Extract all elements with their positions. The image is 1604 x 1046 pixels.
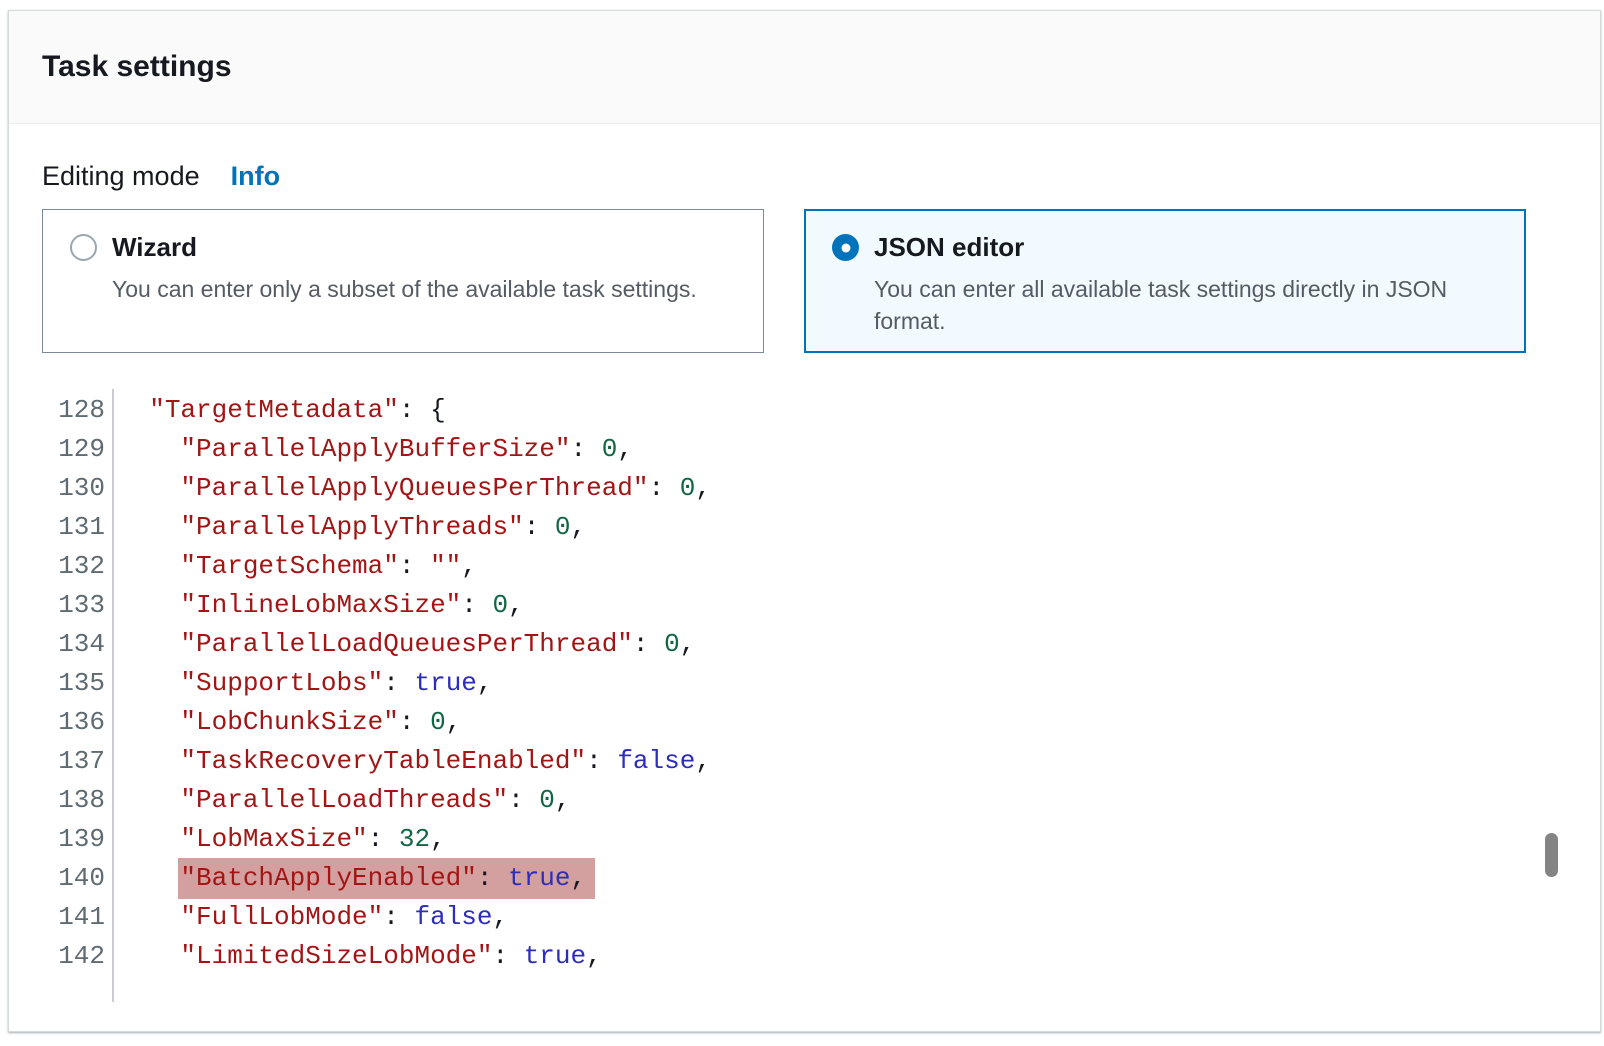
line-number: 142 [9,937,105,976]
line-number: 139 [9,820,105,859]
line-number: 131 [9,508,105,547]
code-line-137[interactable]: 137 "TaskRecoveryTableEnabled": false, [9,742,1600,781]
line-number: 140 [9,859,105,898]
code-text[interactable]: "TaskRecoveryTableEnabled": false, [105,742,711,781]
code-line-136[interactable]: 136 "LobChunkSize": 0, [9,703,1600,742]
code-text[interactable]: "ParallelApplyQueuesPerThread": 0, [105,469,711,508]
line-number: 138 [9,781,105,820]
editing-mode-row: Editing mode Info [42,161,1567,192]
code-line-129[interactable]: 129 "ParallelApplyBufferSize": 0, [9,430,1600,469]
code-line-134[interactable]: 134 "ParallelLoadQueuesPerThread": 0, [9,625,1600,664]
radio-unselected-icon[interactable] [70,234,97,261]
tile-json-editor-label: JSON editor [874,232,1024,263]
line-number: 137 [9,742,105,781]
code-line-141[interactable]: 141 "FullLobMode": false, [9,898,1600,937]
code-text[interactable]: "BatchApplyEnabled": true, [105,859,595,898]
code-text[interactable]: "ParallelLoadQueuesPerThread": 0, [105,625,695,664]
panel-header: Task settings [9,11,1600,124]
code-text[interactable]: "TargetSchema": "", [105,547,477,586]
line-number: 136 [9,703,105,742]
code-text[interactable]: "SupportLobs": true, [105,664,493,703]
code-line-131[interactable]: 131 "ParallelApplyThreads": 0, [9,508,1600,547]
code-line-128[interactable]: 128 "TargetMetadata": { [9,391,1600,430]
code-text[interactable]: "ParallelLoadThreads": 0, [105,781,571,820]
line-number: 128 [9,391,105,430]
code-line-142[interactable]: 142 "LimitedSizeLobMode": true, [9,937,1600,976]
tile-wizard[interactable]: Wizard You can enter only a subset of th… [42,209,764,353]
editing-mode-tiles: Wizard You can enter only a subset of th… [42,209,1567,353]
panel-content: Editing mode Info Wizard You can enter o… [9,161,1600,353]
vertical-scrollbar-thumb[interactable] [1545,833,1558,877]
highlighted-code-segment: "BatchApplyEnabled": true, [178,858,595,899]
task-settings-panel: Task settings Editing mode Info Wizard Y… [8,10,1601,1032]
code-text[interactable]: "ParallelApplyThreads": 0, [105,508,586,547]
code-line-132[interactable]: 132 "TargetSchema": "", [9,547,1600,586]
line-number: 135 [9,664,105,703]
editing-mode-label: Editing mode [42,161,200,192]
tile-wizard-description: You can enter only a subset of the avail… [112,273,736,305]
code-line-140[interactable]: 140 "BatchApplyEnabled": true, [9,859,1600,898]
json-code-editor[interactable]: 128 "TargetMetadata": {129 "ParallelAppl… [9,391,1600,976]
tile-json-editor-description: You can enter all available task setting… [874,273,1486,337]
code-line-139[interactable]: 139 "LobMaxSize": 32, [9,820,1600,859]
line-number: 129 [9,430,105,469]
line-number: 133 [9,586,105,625]
line-number: 134 [9,625,105,664]
tile-json-editor[interactable]: JSON editor You can enter all available … [804,209,1526,353]
info-link[interactable]: Info [231,161,280,192]
code-line-135[interactable]: 135 "SupportLobs": true, [9,664,1600,703]
code-text[interactable]: "LimitedSizeLobMode": true, [105,937,602,976]
code-line-138[interactable]: 138 "ParallelLoadThreads": 0, [9,781,1600,820]
page-title: Task settings [42,50,232,84]
tile-json-editor-head: JSON editor [832,232,1498,263]
line-number: 141 [9,898,105,937]
code-text[interactable]: "ParallelApplyBufferSize": 0, [105,430,633,469]
tile-wizard-head: Wizard [70,232,736,263]
radio-selected-icon[interactable] [832,234,859,261]
code-text[interactable]: "InlineLobMaxSize": 0, [105,586,524,625]
line-number: 130 [9,469,105,508]
code-text[interactable]: "FullLobMode": false, [105,898,508,937]
line-number: 132 [9,547,105,586]
code-text[interactable]: "TargetMetadata": { [105,391,446,430]
code-text[interactable]: "LobMaxSize": 32, [105,820,446,859]
code-line-133[interactable]: 133 "InlineLobMaxSize": 0, [9,586,1600,625]
tile-wizard-label: Wizard [112,232,197,263]
code-text[interactable]: "LobChunkSize": 0, [105,703,461,742]
code-line-130[interactable]: 130 "ParallelApplyQueuesPerThread": 0, [9,469,1600,508]
gutter-divider [112,389,114,1002]
